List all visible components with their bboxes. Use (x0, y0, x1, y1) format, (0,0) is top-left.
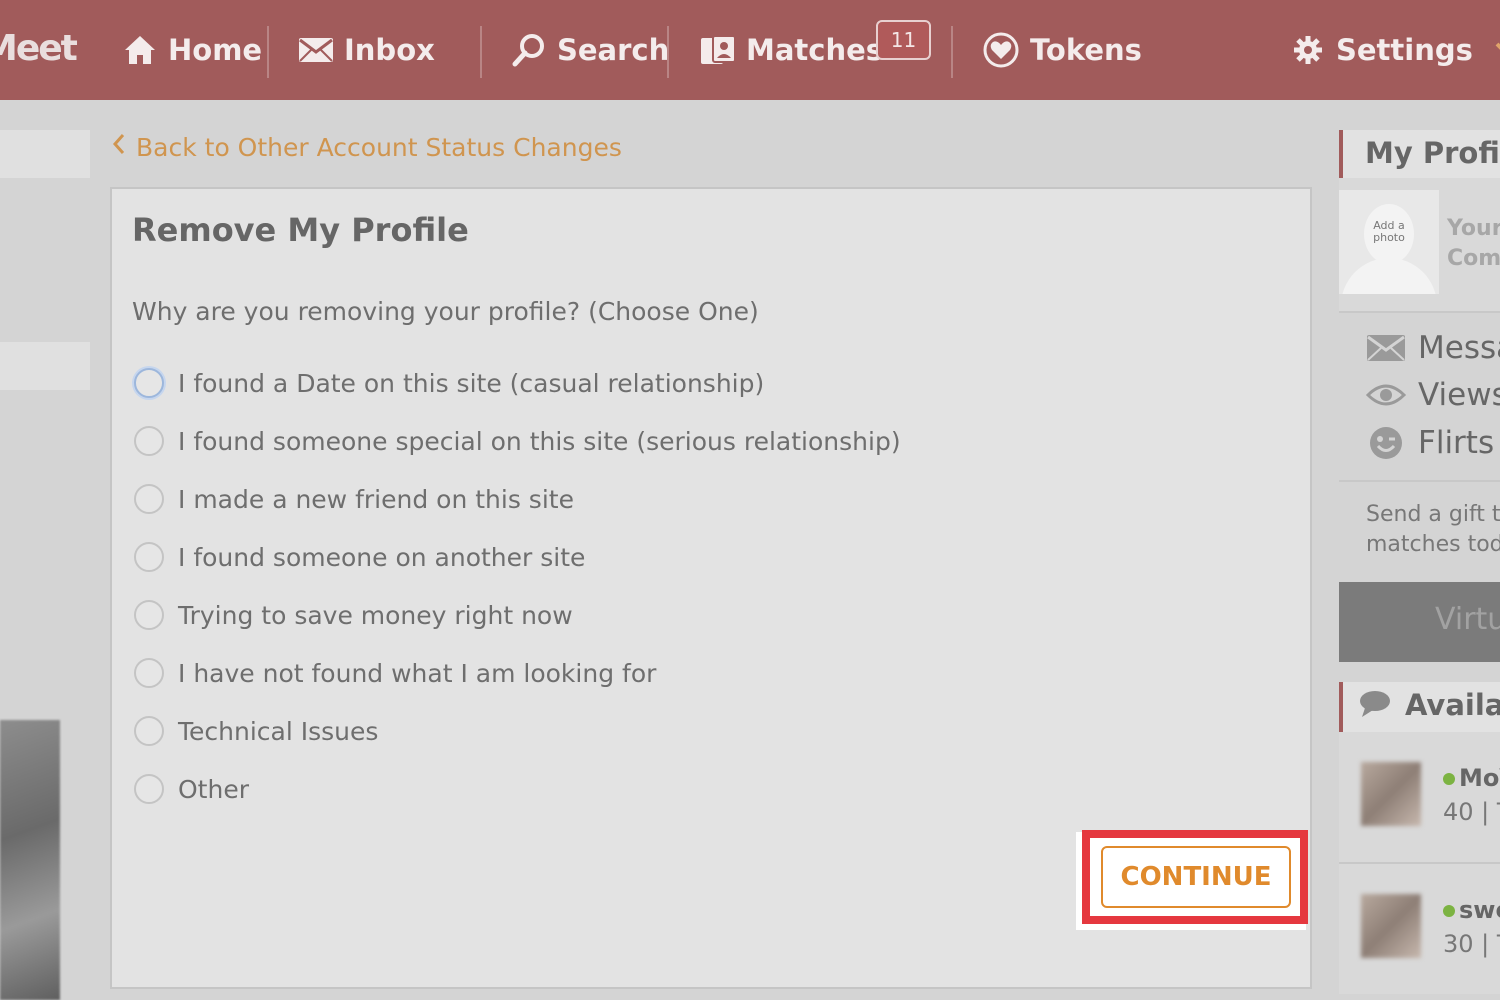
gift-promo-line: Send a gift to (1366, 502, 1500, 527)
page-title: Remove My Profile (132, 211, 469, 249)
reason-option-label: I found a Date on this site (casual rela… (178, 368, 765, 398)
user-age: 30 | T (1443, 930, 1500, 958)
user-avatar[interactable] (1361, 894, 1421, 958)
nav-divider (951, 26, 953, 78)
reason-option-label: Other (178, 774, 249, 804)
nav-inbox-label: Inbox (344, 33, 435, 67)
my-profile-header[interactable]: My Profile (1339, 130, 1500, 178)
left-menu-item[interactable] (0, 130, 90, 178)
user-name-text: swe (1459, 896, 1500, 924)
continue-button[interactable]: CONTINUE (1101, 846, 1291, 908)
nav-divider (667, 26, 669, 78)
reason-option-label: I made a new friend on this site (178, 484, 574, 514)
radio-button[interactable] (134, 368, 164, 398)
nav-tokens-label: Tokens (1030, 33, 1142, 67)
profile-summary: Add a photo Your Comp (1339, 178, 1500, 312)
stat-messages-label: Messa (1418, 330, 1500, 366)
nav-tokens[interactable]: Tokens (982, 0, 1142, 100)
radio-button[interactable] (134, 774, 164, 804)
radio-button[interactable] (134, 600, 164, 630)
sidebar-divider (1339, 480, 1500, 482)
back-link-label: Back to Other Account Status Changes (136, 132, 622, 162)
available-header[interactable]: Availab (1339, 682, 1500, 732)
my-profile-title: My Profile (1365, 136, 1500, 170)
available-title: Availab (1405, 688, 1500, 722)
nav-inbox[interactable]: Inbox (298, 0, 435, 100)
nav-divider (267, 26, 269, 78)
nav-search-label: Search (557, 33, 670, 67)
stat-views[interactable]: Views (1366, 373, 1500, 417)
radio-button[interactable] (134, 716, 164, 746)
stat-flirts[interactable]: Flirts (1366, 421, 1494, 465)
nav-matches-label: Matches (746, 33, 884, 67)
gift-promo-line: matches toda (1366, 532, 1500, 557)
gift-promo-text: Send a gift to matches toda (1366, 500, 1500, 560)
reason-option-label: I found someone on another site (178, 542, 586, 572)
add-photo-label: Add a photo (1373, 219, 1405, 244)
user-name-text: MoY (1459, 764, 1500, 792)
top-nav: Meet Home Inbox Search Matches 11 Tokens (0, 0, 1500, 100)
tokens-icon (982, 31, 1020, 69)
matches-count-badge: 11 (876, 20, 931, 60)
profile-completion[interactable]: Your Comp (1447, 214, 1500, 274)
radio-button[interactable] (134, 426, 164, 456)
nav-divider (480, 26, 482, 78)
eye-icon (1366, 377, 1406, 413)
radio-button[interactable] (134, 484, 164, 514)
search-icon (511, 32, 547, 68)
reason-option[interactable]: Trying to save money right now (134, 595, 573, 635)
reason-question: Why are you removing your profile? (Choo… (132, 297, 759, 326)
chevron-left-icon (112, 132, 126, 162)
nav-home-label: Home (168, 33, 263, 67)
chevron-down-icon[interactable] (1491, 32, 1500, 68)
inbox-icon (298, 32, 334, 68)
reason-option-label: I have not found what I am looking for (178, 658, 657, 688)
user-age: 40 | T (1443, 798, 1500, 826)
user-name[interactable]: swe (1443, 896, 1500, 924)
stat-messages[interactable]: Messa (1366, 326, 1500, 370)
left-menu-item[interactable] (0, 342, 90, 390)
nav-search[interactable]: Search (511, 0, 669, 100)
profile-completion-line: Your (1447, 216, 1500, 241)
reason-option-label: I found someone special on this site (se… (178, 426, 901, 456)
reason-option-label: Technical Issues (178, 716, 379, 746)
wink-icon (1366, 425, 1406, 461)
member-photo[interactable] (0, 720, 60, 1000)
virtual-gift-label: Virtu (1435, 602, 1500, 637)
list-item[interactable]: MoY 40 | T (1339, 732, 1500, 862)
user-avatar[interactable] (1361, 762, 1421, 826)
reason-option[interactable]: I found a Date on this site (casual rela… (134, 363, 764, 403)
stat-flirts-label: Flirts (1418, 425, 1495, 461)
list-item[interactable]: swe 30 | T (1339, 864, 1500, 994)
online-status-icon (1443, 905, 1455, 917)
back-link[interactable]: Back to Other Account Status Changes (112, 132, 622, 162)
profile-completion-line: Comp (1447, 246, 1500, 271)
reason-option[interactable]: Other (134, 769, 249, 809)
reason-option[interactable]: I made a new friend on this site (134, 479, 574, 519)
online-status-icon (1443, 773, 1455, 785)
matches-icon (700, 32, 736, 68)
reason-option[interactable]: I found someone on another site (134, 537, 585, 577)
brand-logo[interactable]: Meet (0, 28, 78, 69)
reason-option[interactable]: I found someone special on this site (se… (134, 421, 901, 461)
envelope-icon (1366, 330, 1406, 366)
radio-button[interactable] (134, 542, 164, 572)
gear-icon (1290, 32, 1326, 68)
reason-option-label: Trying to save money right now (178, 600, 573, 630)
virtual-gift-button[interactable]: Virtu (1339, 582, 1500, 662)
sidebar-divider (1339, 311, 1500, 313)
nav-matches[interactable]: Matches (700, 0, 883, 100)
chat-bubble-icon (1359, 690, 1391, 725)
reason-option[interactable]: Technical Issues (134, 711, 378, 751)
nav-settings[interactable]: Settings (1290, 0, 1500, 100)
avatar[interactable]: Add a photo (1339, 190, 1439, 294)
reason-option[interactable]: I have not found what I am looking for (134, 653, 656, 693)
radio-button[interactable] (134, 658, 164, 688)
user-name[interactable]: MoY (1443, 764, 1500, 792)
stat-views-label: Views (1418, 377, 1500, 413)
home-icon (122, 32, 158, 68)
nav-home[interactable]: Home (122, 0, 262, 100)
nav-settings-label: Settings (1336, 33, 1473, 67)
